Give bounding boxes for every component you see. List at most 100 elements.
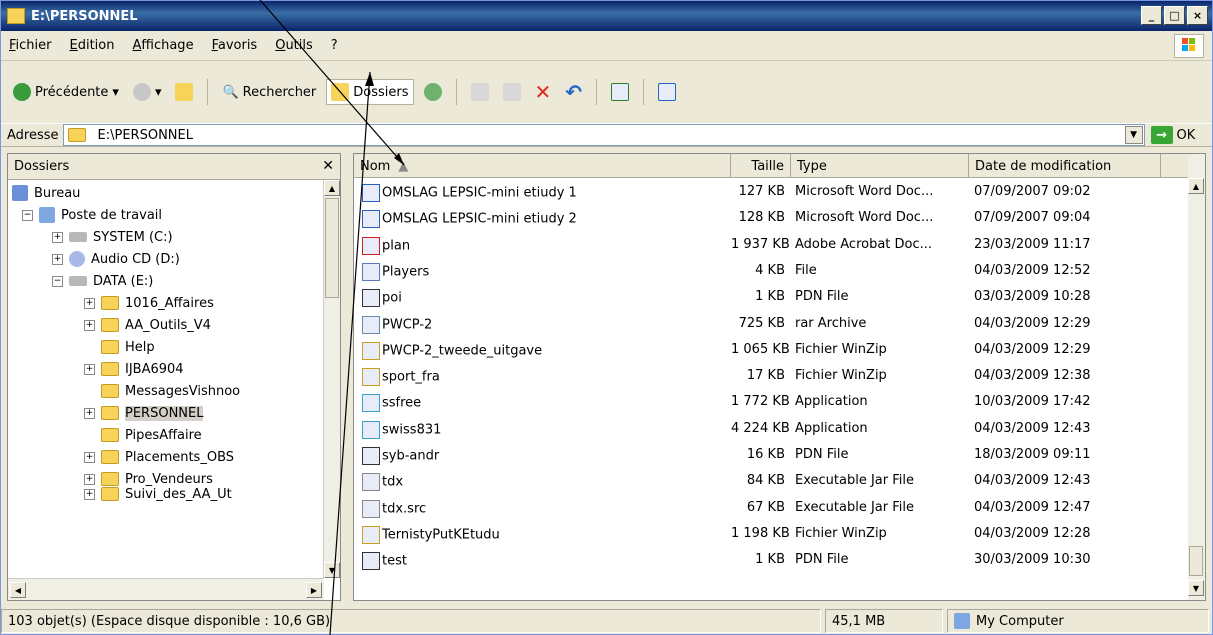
file-row[interactable]: Players 4 KB File 04/03/2009 12:52 — [354, 259, 1189, 285]
tree-item-poste-de-travail[interactable]: − Poste de travail — [22, 204, 162, 226]
folders-vertical-scrollbar[interactable]: ▲ ▼ — [323, 180, 340, 578]
up-folder-button[interactable] — [171, 80, 197, 104]
folders-horizontal-scrollbar[interactable]: ◀ ▶ — [8, 578, 324, 600]
file-row[interactable]: test 1 KB PDN File 30/03/2009 10:30 — [354, 548, 1189, 574]
dropdown-arrow-icon[interactable]: ▼ — [1124, 126, 1143, 144]
tree-item-audio-cd-d[interactable]: + Audio CD (D:) — [52, 248, 180, 270]
open-folder-icon — [101, 406, 119, 420]
file-size: 84 KB — [746, 473, 785, 489]
file-list-pane: Nom ▲ Taille Type Date de modification OM… — [353, 153, 1206, 601]
file-row[interactable]: PWCP-2 725 KB rar Archive 04/03/2009 12:29 — [354, 312, 1189, 338]
file-row[interactable]: syb-andr 16 KB PDN File 18/03/2009 09:11 — [354, 443, 1189, 469]
tree-item-aa-outils-v4[interactable]: + AA_Outils_V4 — [84, 314, 211, 336]
undo-button[interactable]: ↶ — [561, 77, 586, 107]
menu-help[interactable]: ? — [331, 38, 338, 53]
file-row[interactable]: tdx.src 67 KB Executable Jar File 04/03/200… — [354, 496, 1189, 522]
status-objects: 103 objet(s) (Espace disque disponible :… — [1, 609, 821, 633]
menu-favoris[interactable]: Favoris — [212, 38, 258, 53]
views-button[interactable] — [654, 80, 680, 104]
tree-item-messagesvishnoo[interactable]: MessagesVishnoo — [101, 380, 240, 402]
menu-edition[interactable]: Edition — [70, 38, 115, 53]
tree-item-bureau[interactable]: Bureau — [12, 182, 80, 204]
expand-icon[interactable]: + — [84, 407, 95, 419]
go-button[interactable]: → OK — [1150, 126, 1195, 144]
tree-item-ijba6904[interactable]: + IJBA6904 — [84, 358, 184, 380]
history-button[interactable] — [420, 80, 446, 104]
file-row[interactable]: OMSLAG LEPSIC-mini etiudy 1 127 KB Microso… — [354, 180, 1189, 206]
scroll-thumb[interactable] — [325, 198, 339, 298]
file-row[interactable]: ssfree 1 772 KB Application 10/03/2009 17:4… — [354, 390, 1189, 416]
file-row[interactable]: swiss831 4 224 KB Application 04/03/2009 12… — [354, 417, 1189, 443]
word-document-icon — [362, 184, 380, 202]
file-row[interactable]: sport_fra 17 KB Fichier WinZip 04/03/2009 1… — [354, 364, 1189, 390]
menu-affichage[interactable]: Affichage — [132, 38, 193, 53]
column-header-size[interactable]: Taille — [731, 154, 791, 178]
tree-item-pipesaffaire[interactable]: PipesAffaire — [101, 424, 202, 446]
tree-item-label: Suivi_des_AA_Ut — [125, 487, 232, 501]
close-pane-icon[interactable]: ✕ — [322, 158, 334, 174]
address-input[interactable]: E:\PERSONNEL ▼ — [62, 124, 1145, 146]
move-to-button[interactable] — [467, 80, 493, 104]
tree-item-personnel[interactable]: + PERSONNEL — [84, 402, 204, 424]
jar-file-icon — [362, 473, 380, 492]
file-row[interactable]: OMSLAG LEPSIC-mini etiudy 2 128 KB Microso… — [354, 206, 1189, 232]
expand-icon[interactable]: + — [52, 253, 63, 265]
file-date: 04/03/2009 12:43 — [974, 473, 1091, 489]
file-date: 04/03/2009 12:43 — [974, 420, 1091, 436]
search-button[interactable]: 🔍 Rechercher — [218, 82, 320, 103]
properties-button[interactable] — [607, 80, 633, 104]
scroll-up-icon[interactable]: ▲ — [1188, 178, 1204, 194]
file-name: Players — [382, 264, 430, 280]
menu-outils[interactable]: Outils — [275, 38, 313, 53]
scroll-down-icon[interactable]: ▼ — [1188, 580, 1204, 596]
tree-item-data-e[interactable]: − DATA (E:) — [52, 270, 153, 292]
expand-icon[interactable]: + — [84, 319, 95, 331]
scroll-left-icon[interactable]: ◀ — [10, 582, 26, 598]
file-type: Application — [795, 420, 868, 436]
tree-item-1016-affaires[interactable]: +1016_Affaires — [84, 292, 214, 314]
folders-button[interactable]: Dossiers — [326, 79, 414, 105]
expand-icon[interactable]: + — [84, 473, 95, 485]
tree-item-suivi-des-aa[interactable]: + Suivi_des_AA_Ut — [84, 487, 232, 501]
tree-item-system-c[interactable]: + SYSTEM (C:) — [52, 226, 173, 248]
close-button[interactable]: × — [1187, 6, 1208, 25]
toolbar-separator — [207, 79, 209, 105]
drive-icon — [69, 232, 87, 242]
scroll-down-icon[interactable]: ▼ — [324, 562, 340, 578]
collapse-icon[interactable]: − — [22, 209, 33, 221]
scroll-right-icon[interactable]: ▶ — [306, 582, 322, 598]
file-row[interactable]: tdx 84 KB Executable Jar File 04/03/2009 12… — [354, 469, 1189, 495]
file-date: 04/03/2009 12:38 — [974, 368, 1091, 384]
file-size: 128 KB — [738, 210, 785, 226]
file-list-vertical-scrollbar[interactable]: ▲ ▼ — [1188, 154, 1205, 600]
file-row[interactable]: poi 1 KB PDN File 03/03/2009 10:28 — [354, 285, 1189, 311]
expand-icon[interactable]: + — [84, 488, 95, 500]
expand-icon[interactable]: + — [84, 363, 95, 375]
tree-item-label: SYSTEM (C:) — [93, 229, 173, 245]
column-header-type[interactable]: Type — [791, 154, 969, 178]
delete-button[interactable]: ✕ — [531, 77, 556, 107]
scroll-thumb[interactable] — [1189, 546, 1203, 576]
column-header-date[interactable]: Date de modification — [969, 154, 1161, 178]
menu-fichier[interactable]: Fichier — [9, 38, 52, 53]
file-row[interactable]: PWCP-2_tweede_uitgave 1 065 KB Fichier Win… — [354, 338, 1189, 364]
file-size: 1 KB — [755, 552, 785, 568]
minimize-button[interactable]: _ — [1141, 6, 1162, 25]
tree-item-help[interactable]: Help — [101, 336, 155, 358]
copy-to-button[interactable] — [499, 80, 525, 104]
file-date: 04/03/2009 12:28 — [974, 525, 1091, 541]
collapse-icon[interactable]: − — [52, 275, 63, 287]
maximize-button[interactable]: □ — [1164, 6, 1185, 25]
file-row[interactable]: plan 1 937 KB Adobe Acrobat Doc... 23/03/20… — [354, 233, 1189, 259]
tree-item-placements-obs[interactable]: + Placements_OBS — [84, 446, 234, 468]
file-row[interactable]: TernistyPutKEtudu 1 198 KB Fichier WinZip 0… — [354, 522, 1189, 548]
pdn-file-icon — [362, 289, 380, 308]
scroll-up-icon[interactable]: ▲ — [324, 180, 340, 196]
expand-icon[interactable]: + — [52, 231, 63, 243]
back-button[interactable]: Précédente ▾ — [9, 80, 123, 104]
column-header-name[interactable]: Nom ▲ — [354, 154, 731, 178]
forward-button[interactable]: ▾ — [129, 80, 166, 104]
file-date: 04/03/2009 12:52 — [974, 262, 1091, 278]
expand-icon[interactable]: + — [84, 297, 95, 309]
expand-icon[interactable]: + — [84, 451, 95, 463]
